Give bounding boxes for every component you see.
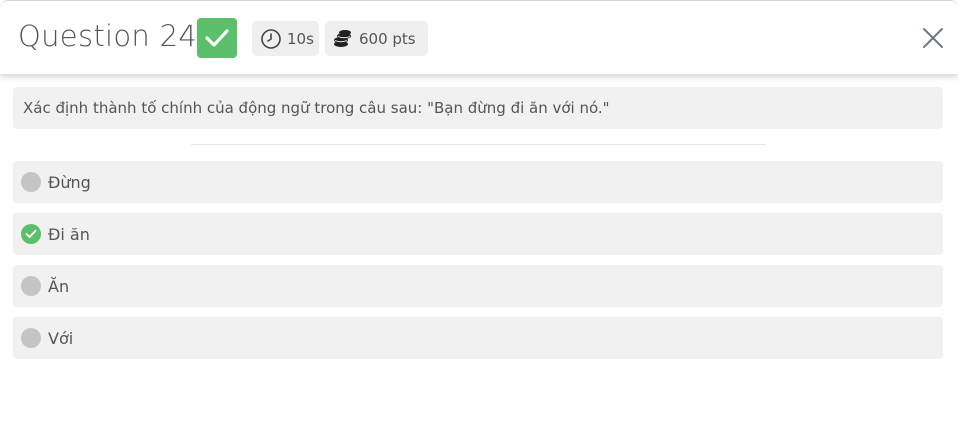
answer-option-label: Với — [48, 328, 74, 348]
time-value: 10s — [287, 29, 314, 48]
answer-option-label: Đi ăn — [48, 224, 90, 244]
close-button[interactable] — [920, 25, 946, 51]
correct-status-badge — [197, 18, 237, 58]
question-title: Question 24 — [18, 19, 198, 53]
question-text: Xác định thành tố chính của động ngữ tro… — [23, 99, 610, 117]
clock-icon — [259, 27, 283, 51]
question-header: Question 24 10s 600 pts — [0, 0, 958, 74]
answer-option[interactable]: Với — [13, 317, 943, 359]
divider — [191, 144, 766, 145]
points-value: 600 pts — [359, 29, 416, 48]
answer-option-label: Đừng — [48, 172, 91, 192]
correct-check-icon — [21, 224, 41, 244]
answer-option-label: Ăn — [48, 276, 70, 296]
points-chip: 600 pts — [325, 21, 428, 56]
radio-icon — [21, 276, 41, 296]
time-chip: 10s — [252, 21, 319, 56]
answer-option-correct[interactable]: Đi ăn — [13, 213, 943, 255]
answer-option[interactable]: Đừng — [13, 161, 943, 203]
coins-icon — [331, 27, 355, 51]
radio-icon — [21, 172, 41, 192]
checkmark-icon — [205, 29, 229, 47]
answer-option[interactable]: Ăn — [13, 265, 943, 307]
radio-icon — [21, 328, 41, 348]
close-icon — [923, 28, 943, 48]
question-text-box: Xác định thành tố chính của động ngữ tro… — [13, 87, 943, 129]
